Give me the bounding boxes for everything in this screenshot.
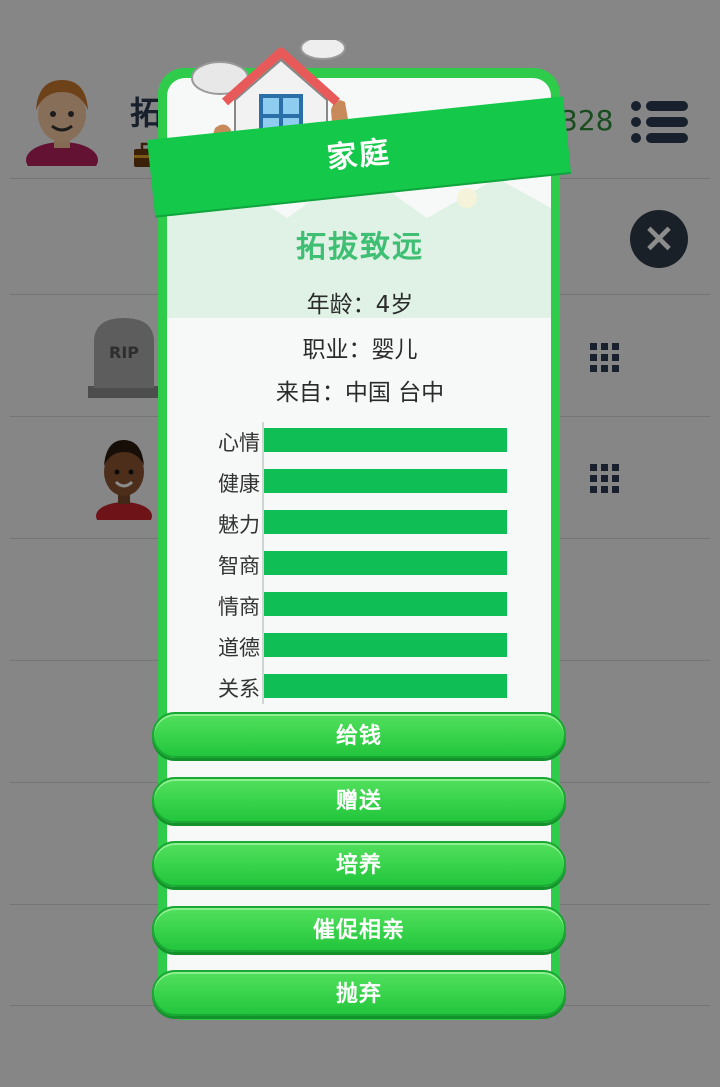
- stat-label: 关系: [218, 677, 260, 701]
- abandon-button[interactable]: 抛弃: [152, 970, 566, 1016]
- stat-label: 心情: [218, 431, 260, 455]
- stat-bar: [264, 551, 507, 575]
- stat-bar-fill: [264, 428, 507, 452]
- stat-bar-fill: [264, 551, 507, 575]
- stat-bar: [264, 674, 507, 698]
- stat-label: 魅力: [218, 513, 260, 537]
- stat-label: 道德: [218, 636, 260, 660]
- give-money-button[interactable]: 给钱: [152, 712, 566, 758]
- stat-bar: [264, 592, 507, 616]
- stat-bar: [264, 510, 507, 534]
- age-info: 年龄：4岁: [306, 292, 414, 318]
- gift-button[interactable]: 赠送: [152, 776, 566, 823]
- stat-bar-fill: [264, 510, 507, 534]
- stat-label: 智商: [218, 554, 260, 578]
- stat-bar-fill: [264, 469, 507, 493]
- stat-bar-fill: [264, 592, 507, 616]
- job-info: 职业：婴儿: [302, 337, 418, 363]
- stat-bar-fill: [264, 633, 507, 657]
- person-name: 拓拔致远: [296, 230, 424, 265]
- nurture-button[interactable]: 培养: [152, 841, 566, 887]
- stat-bar: [264, 469, 507, 493]
- stat-bar: [264, 633, 507, 657]
- stat-bar: [264, 428, 507, 452]
- stat-label: 健康: [218, 472, 260, 496]
- origin-info: 来自：中国 台中: [275, 380, 445, 406]
- urge-blind-date-button[interactable]: 催促相亲: [152, 905, 566, 952]
- stat-label: 情商: [218, 595, 260, 619]
- stat-bar-fill: [264, 674, 507, 698]
